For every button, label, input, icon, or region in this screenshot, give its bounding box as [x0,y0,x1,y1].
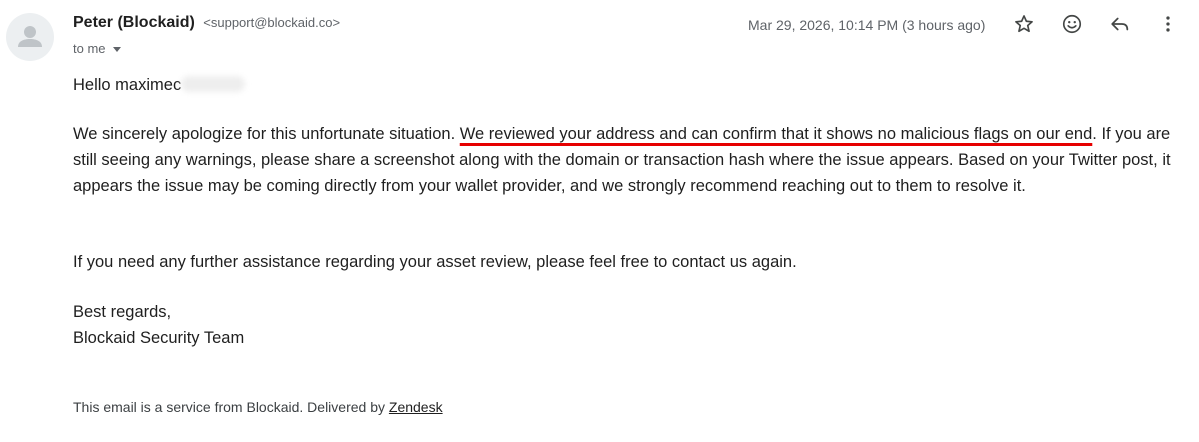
signature-block: Best regards, Blockaid Security Team [73,299,1183,351]
sender-email: <support@blockaid.co> [203,15,341,30]
footer-text: This email is a service from Blockaid. D… [73,399,389,415]
dropdown-arrow-icon [112,46,121,52]
highlighted-statement: We reviewed your address and can confirm… [459,125,1093,143]
main-intro: We sincerely apologize for this unfortun… [73,125,460,143]
add-reaction-button[interactable] [1059,11,1085,37]
sender-avatar[interactable] [6,13,54,61]
more-options-button[interactable] [1155,11,1181,37]
email-timestamp: Mar 29, 2026, 10:14 PM (3 hours ago) [748,17,986,33]
redacted-name [181,76,246,92]
closing-text: Best regards, [73,303,172,321]
star-icon [1015,15,1033,33]
emoji-icon [1062,14,1082,34]
more-vert-icon [1166,16,1170,32]
star-button[interactable] [1011,11,1037,37]
reply-icon [1111,17,1129,31]
sender-line: Peter (Blockaid) <support@blockaid.co> [73,14,340,32]
main-paragraph: We sincerely apologize for this unfortun… [73,121,1183,199]
help-paragraph: If you need any further assistance regar… [73,253,797,271]
zendesk-link[interactable]: Zendesk [389,399,443,415]
greeting-text: Hello maximec [73,76,182,94]
email-footer: This email is a service from Blockaid. D… [73,399,443,415]
recipient-label: to me [73,41,106,56]
reply-button[interactable] [1107,11,1133,37]
person-icon [18,26,42,47]
recipient-details-toggle[interactable]: to me [73,41,122,56]
sender-name[interactable]: Peter (Blockaid) [73,14,195,31]
greeting-paragraph: Hello maximec [73,72,1183,98]
signature-text: Blockaid Security Team [73,329,245,347]
